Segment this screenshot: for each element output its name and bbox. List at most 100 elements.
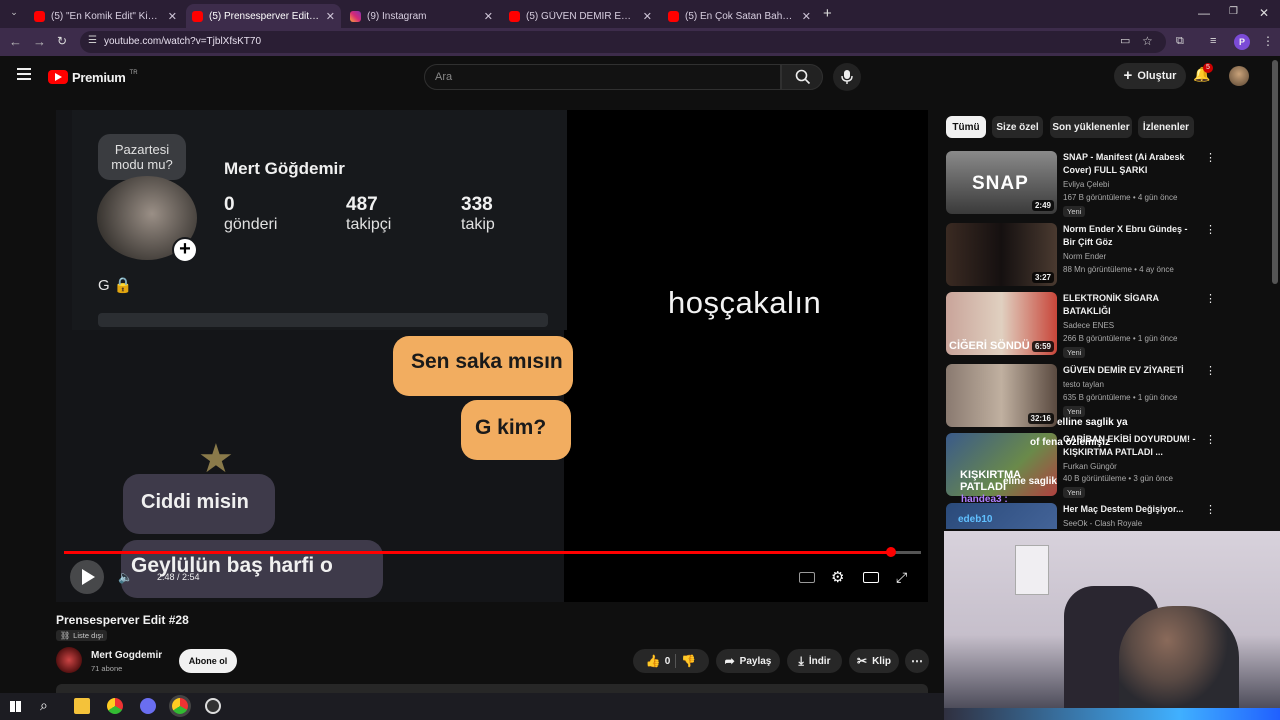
progress-bar[interactable] bbox=[64, 547, 921, 557]
video-thumbnail[interactable]: 32:16 bbox=[946, 364, 1057, 427]
notifications-button[interactable]: 🔔 5 bbox=[1193, 63, 1213, 86]
recommendation-item[interactable]: CİĞERİ SÖNDÜ 6:59 ELEKTRONİK SİGARA BATA… bbox=[946, 292, 1216, 358]
video-player[interactable]: Pazartesi modu mu? + Mert Göğdemir 0 gön… bbox=[56, 110, 928, 602]
new-tab-button[interactable]: + bbox=[823, 5, 832, 22]
more-vertical-icon[interactable]: ⋮ bbox=[1205, 433, 1216, 446]
close-icon[interactable]: ✕ bbox=[802, 10, 811, 23]
recommendation-item[interactable]: 3:27 Norm Ender X Ebru Gündeş - Bir Çift… bbox=[946, 223, 1216, 289]
close-icon[interactable]: ✕ bbox=[484, 10, 493, 23]
url-text[interactable]: youtube.com/watch?v=TjblXfsKT70 bbox=[104, 36, 261, 47]
browser-tab[interactable]: (5) "En Komik Edit" Kick & Twitch ✕ bbox=[28, 4, 183, 28]
rec-channel[interactable]: Sadece ENES bbox=[1063, 321, 1114, 330]
rec-channel[interactable]: Norm Ender bbox=[1063, 252, 1106, 261]
reload-icon[interactable]: ↻ bbox=[57, 34, 67, 48]
more-vertical-icon[interactable]: ⋮ bbox=[1205, 223, 1216, 236]
account-avatar[interactable] bbox=[1229, 66, 1249, 86]
youtube-header: Premium TR Ara + Oluştur 🔔 5 bbox=[0, 56, 1280, 100]
close-icon[interactable]: ✕ bbox=[326, 10, 335, 23]
search-button[interactable] bbox=[781, 64, 823, 90]
more-vertical-icon[interactable]: ⋮ bbox=[1205, 364, 1216, 377]
thumbs-down-icon[interactable]: 👎 bbox=[681, 654, 696, 668]
rec-title[interactable]: Norm Ender X Ebru Gündeş - Bir Çift Göz bbox=[1063, 223, 1198, 249]
download-button[interactable]: ⤓ İndir bbox=[787, 649, 842, 673]
youtube-icon bbox=[34, 10, 45, 22]
chip-watched[interactable]: İzlenenler bbox=[1138, 116, 1194, 138]
rec-channel[interactable]: Evliya Çelebi bbox=[1063, 180, 1109, 189]
more-actions-button[interactable]: ⋯ bbox=[905, 649, 929, 673]
file-explorer-icon[interactable] bbox=[74, 698, 90, 714]
discord-icon[interactable] bbox=[140, 698, 156, 714]
close-icon[interactable]: ✕ bbox=[643, 10, 652, 23]
tab-search-icon[interactable]: ⌄ bbox=[6, 7, 22, 21]
rec-title[interactable]: GÜVEN DEMİR EV ZİYARETİ bbox=[1063, 364, 1198, 377]
browser-tab[interactable]: (5) GÜVEN DEMİR EV ZİYARETİ ✕ bbox=[503, 4, 658, 28]
close-window-icon[interactable]: ✕ bbox=[1259, 6, 1269, 20]
forward-icon[interactable]: → bbox=[33, 34, 46, 49]
chrome-icon[interactable] bbox=[107, 698, 123, 714]
like-button[interactable]: 👍 0 bbox=[646, 654, 671, 668]
subtitles-icon[interactable] bbox=[799, 572, 815, 583]
browser-tab-active[interactable]: (5) Prensesperver Edit #28 - YouTube ✕ bbox=[186, 4, 341, 28]
bookmark-star-icon[interactable]: ☆ bbox=[1142, 34, 1153, 48]
scrubber-handle[interactable] bbox=[886, 547, 896, 557]
theater-mode-icon[interactable] bbox=[863, 572, 879, 583]
clip-button[interactable]: ✂ Klip bbox=[849, 649, 899, 673]
video-thumbnail[interactable]: 3:27 bbox=[946, 223, 1057, 286]
more-vertical-icon[interactable]: ⋮ bbox=[1205, 151, 1216, 164]
cast-icon[interactable]: ▭ bbox=[1120, 34, 1130, 47]
chip-recently-uploaded[interactable]: Son yüklenenler bbox=[1050, 116, 1132, 138]
more-vertical-icon[interactable]: ⋮ bbox=[1205, 292, 1216, 305]
video-thumbnail[interactable]: SNAP 2:49 bbox=[946, 151, 1057, 214]
youtube-logo[interactable]: Premium TR bbox=[48, 69, 138, 85]
rec-channel[interactable]: testo taylan bbox=[1063, 380, 1104, 389]
channel-avatar[interactable] bbox=[56, 647, 82, 673]
fullscreen-icon[interactable]: ⤢ bbox=[896, 569, 907, 586]
search-icon bbox=[795, 69, 811, 85]
video-thumbnail[interactable]: CİĞERİ SÖNDÜ 6:59 bbox=[946, 292, 1057, 355]
rec-channel[interactable]: Furkan Güngör bbox=[1063, 462, 1117, 471]
minimize-icon[interactable]: — bbox=[1198, 6, 1210, 20]
stream-chat-line: edeb10 bbox=[958, 514, 993, 525]
volume-icon[interactable]: 🔈 bbox=[118, 570, 133, 584]
more-vertical-icon[interactable]: ⋮ bbox=[1205, 503, 1216, 516]
browser-tab[interactable]: (9) Instagram ✕ bbox=[344, 4, 499, 28]
settings-gear-icon[interactable]: ⚙ bbox=[831, 568, 844, 586]
profile-avatar[interactable]: P bbox=[1234, 34, 1250, 50]
obs-icon[interactable] bbox=[205, 698, 221, 714]
rec-title[interactable]: Her Maç Destem Değişiyor... bbox=[1063, 503, 1198, 516]
menu-kebab-icon[interactable]: ⋮ bbox=[1262, 34, 1274, 48]
channel-name[interactable]: Mert Gogdemir bbox=[91, 650, 162, 661]
play-button[interactable] bbox=[70, 560, 104, 594]
site-info-icon[interactable]: ☰ bbox=[88, 35, 97, 46]
tab-title: (5) Prensesperver Edit #28 - YouTube bbox=[209, 10, 320, 22]
share-button[interactable]: ➦ Paylaş bbox=[716, 649, 780, 673]
rec-title[interactable]: SNAP - Manifest (Ai Arabesk Cover) FULL … bbox=[1063, 151, 1198, 177]
search-box[interactable]: Ara bbox=[424, 64, 781, 90]
page-scrollbar[interactable] bbox=[1272, 60, 1278, 284]
recommendation-item[interactable]: SNAP 2:49 SNAP - Manifest (Ai Arabesk Co… bbox=[946, 151, 1216, 217]
chip-for-you[interactable]: Size özel bbox=[992, 116, 1043, 138]
create-button[interactable]: + Oluştur bbox=[1114, 63, 1186, 89]
stream-chat-line: eline saglik bbox=[1003, 476, 1057, 487]
media-icon[interactable]: ≡ bbox=[1210, 35, 1216, 47]
close-icon[interactable]: ✕ bbox=[168, 10, 177, 23]
back-icon[interactable]: ← bbox=[9, 34, 22, 49]
restore-icon[interactable]: ❐ bbox=[1229, 6, 1238, 17]
stat-value: 487 bbox=[346, 194, 378, 215]
rec-title[interactable]: ELEKTRONİK SİGARA BATAKLIĞI bbox=[1063, 292, 1198, 318]
like-count: 0 bbox=[664, 655, 671, 667]
extensions-icon[interactable]: ⧉ bbox=[1176, 35, 1184, 48]
windows-start-icon[interactable] bbox=[10, 701, 21, 712]
hamburger-icon[interactable] bbox=[17, 68, 31, 80]
omnibox[interactable]: ☰ youtube.com/watch?v=TjblXfsKT70 ▭ ☆ bbox=[80, 31, 1166, 53]
chrome-profile-icon[interactable] bbox=[172, 698, 188, 714]
search-icon[interactable]: ⌕ bbox=[40, 697, 48, 714]
download-icon: ⤓ bbox=[798, 653, 804, 668]
voice-search-button[interactable] bbox=[833, 63, 861, 91]
plus-icon: + bbox=[1123, 67, 1133, 84]
subscribe-button[interactable]: Abone ol bbox=[179, 649, 237, 673]
chip-all[interactable]: Tümü bbox=[946, 116, 986, 138]
duration-badge: 6:59 bbox=[1031, 341, 1054, 352]
browser-tab[interactable]: (5) En Çok Satan Bahçe, Balkon ✕ bbox=[662, 4, 817, 28]
rec-channel[interactable]: SeeOk - Clash Royale bbox=[1063, 519, 1142, 528]
